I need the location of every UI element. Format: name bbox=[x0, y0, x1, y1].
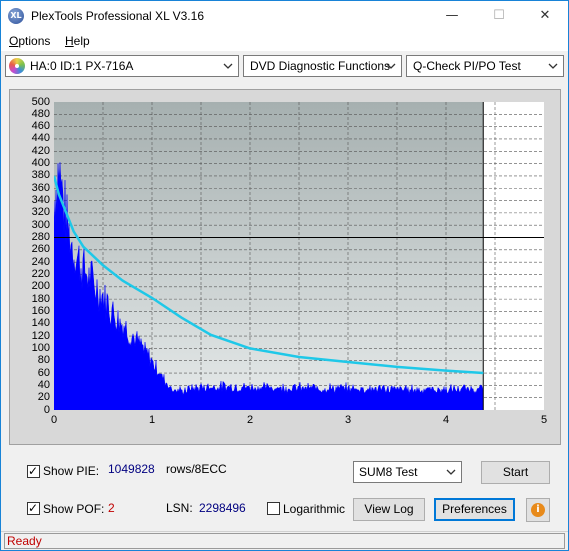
show-pof-checkbox[interactable] bbox=[27, 501, 40, 515]
y-tick-label: 460 bbox=[31, 120, 50, 133]
app-logo-icon: XL bbox=[8, 8, 24, 24]
window-title: PlexTools Professional XL V3.16 bbox=[31, 9, 204, 23]
x-tick-label: 2 bbox=[246, 414, 254, 426]
maximize-button[interactable]: ☐ bbox=[476, 1, 522, 31]
y-tick-label: 80 bbox=[37, 354, 50, 367]
toolbar: HA:0 ID:1 PX-716A DVD Diagnostic Functio… bbox=[1, 52, 568, 80]
plot-area bbox=[54, 102, 544, 410]
x-axis-labels: 0 1 2 3 4 5 bbox=[51, 414, 547, 428]
menu-help-hotkey: H bbox=[65, 34, 74, 48]
pie-count: 1049828 bbox=[108, 462, 155, 476]
app-window: XL PlexTools Professional XL V3.16 — ☐ ✕… bbox=[0, 0, 569, 551]
y-axis-labels: 500 480 460 440 420 400 380 360 340 320 300 280 260 2… bbox=[14, 96, 50, 415]
show-pie-label: Show PIE: bbox=[43, 464, 100, 478]
disc-icon bbox=[9, 58, 25, 74]
y-tick-label: 360 bbox=[31, 181, 50, 194]
close-button[interactable]: ✕ bbox=[522, 1, 568, 31]
y-tick-label: 300 bbox=[31, 218, 50, 231]
y-tick-label: 20 bbox=[37, 391, 50, 404]
y-tick-label: 200 bbox=[31, 280, 50, 293]
show-pof-label: Show POF: bbox=[43, 502, 105, 516]
menu-help-label: elp bbox=[73, 34, 90, 48]
menu-options[interactable]: Options bbox=[9, 34, 50, 48]
menu-options-hotkey: O bbox=[9, 34, 19, 48]
drive-select-value: HA:0 ID:1 PX-716A bbox=[30, 59, 134, 73]
show-pie-checkbox[interactable] bbox=[27, 464, 40, 478]
function-select[interactable]: DVD Diagnostic Functions bbox=[243, 55, 402, 77]
lsn-label: LSN: bbox=[166, 501, 193, 515]
info-icon: i bbox=[531, 503, 545, 517]
title-bar[interactable]: XL PlexTools Professional XL V3.16 — ☐ ✕ bbox=[1, 1, 568, 31]
controls-panel: Show PIE: 1049828 rows/8ECC SUM8 Test St… bbox=[1, 451, 568, 531]
y-tick-label: 100 bbox=[31, 341, 50, 354]
y-tick-label: 260 bbox=[31, 243, 50, 256]
y-tick-label: 440 bbox=[31, 132, 50, 145]
x-tick-label: 3 bbox=[344, 414, 352, 426]
y-tick-label: 480 bbox=[31, 107, 50, 120]
logarithmic-label: Logarithmic bbox=[283, 502, 346, 516]
view-log-button[interactable]: View Log bbox=[353, 498, 425, 521]
logarithmic-checkbox[interactable] bbox=[267, 502, 280, 515]
y-tick-label: 280 bbox=[31, 231, 50, 244]
y-tick-label: 120 bbox=[31, 329, 50, 342]
menu-help[interactable]: Help bbox=[65, 34, 90, 48]
menu-bar: Options Help bbox=[1, 31, 568, 51]
y-tick-label: 340 bbox=[31, 194, 50, 207]
pie-series-area bbox=[54, 162, 484, 410]
minimize-button[interactable]: — bbox=[429, 1, 475, 31]
drive-select[interactable]: HA:0 ID:1 PX-716A bbox=[5, 55, 239, 77]
chevron-down-icon bbox=[548, 63, 558, 69]
chart-panel: 500 480 460 440 420 400 380 360 340 320 300 280 260 2… bbox=[9, 89, 561, 445]
y-tick-label: 500 bbox=[31, 95, 50, 108]
menu-options-label: ptions bbox=[18, 34, 51, 48]
rows-label: rows/8ECC bbox=[166, 462, 227, 476]
x-tick-label: 5 bbox=[540, 414, 548, 426]
info-button[interactable]: i bbox=[526, 498, 550, 522]
y-tick-label: 380 bbox=[31, 169, 50, 182]
x-tick-label: 4 bbox=[442, 414, 450, 426]
start-button[interactable]: Start bbox=[481, 461, 550, 484]
y-tick-label: 320 bbox=[31, 206, 50, 219]
y-tick-label: 180 bbox=[31, 292, 50, 305]
test-select-value: Q-Check PI/PO Test bbox=[413, 59, 521, 73]
chevron-down-icon bbox=[386, 63, 396, 69]
sum-test-select[interactable]: SUM8 Test bbox=[353, 461, 462, 483]
chart-svg bbox=[54, 102, 544, 410]
preferences-button[interactable]: Preferences bbox=[434, 498, 515, 521]
pof-count: 2 bbox=[108, 501, 115, 515]
y-tick-label: 140 bbox=[31, 317, 50, 330]
y-tick-label: 420 bbox=[31, 144, 50, 157]
y-tick-label: 220 bbox=[31, 267, 50, 280]
chevron-down-icon bbox=[223, 63, 233, 69]
status-bar: Ready bbox=[1, 531, 568, 550]
y-tick-label: 240 bbox=[31, 255, 50, 268]
x-tick-label: 1 bbox=[148, 414, 156, 426]
status-box bbox=[4, 533, 565, 549]
y-tick-label: 60 bbox=[37, 366, 50, 379]
test-select[interactable]: Q-Check PI/PO Test bbox=[406, 55, 564, 77]
status-text: Ready bbox=[7, 534, 42, 548]
y-tick-label: 400 bbox=[31, 157, 50, 170]
y-tick-label: 160 bbox=[31, 304, 50, 317]
x-tick-label: 0 bbox=[50, 414, 58, 426]
sum-test-value: SUM8 Test bbox=[359, 465, 418, 479]
lsn-value: 2298496 bbox=[199, 501, 246, 515]
function-select-value: DVD Diagnostic Functions bbox=[250, 59, 391, 73]
chevron-down-icon bbox=[446, 469, 456, 475]
y-tick-label: 40 bbox=[37, 378, 50, 391]
unread-region bbox=[483, 102, 544, 410]
